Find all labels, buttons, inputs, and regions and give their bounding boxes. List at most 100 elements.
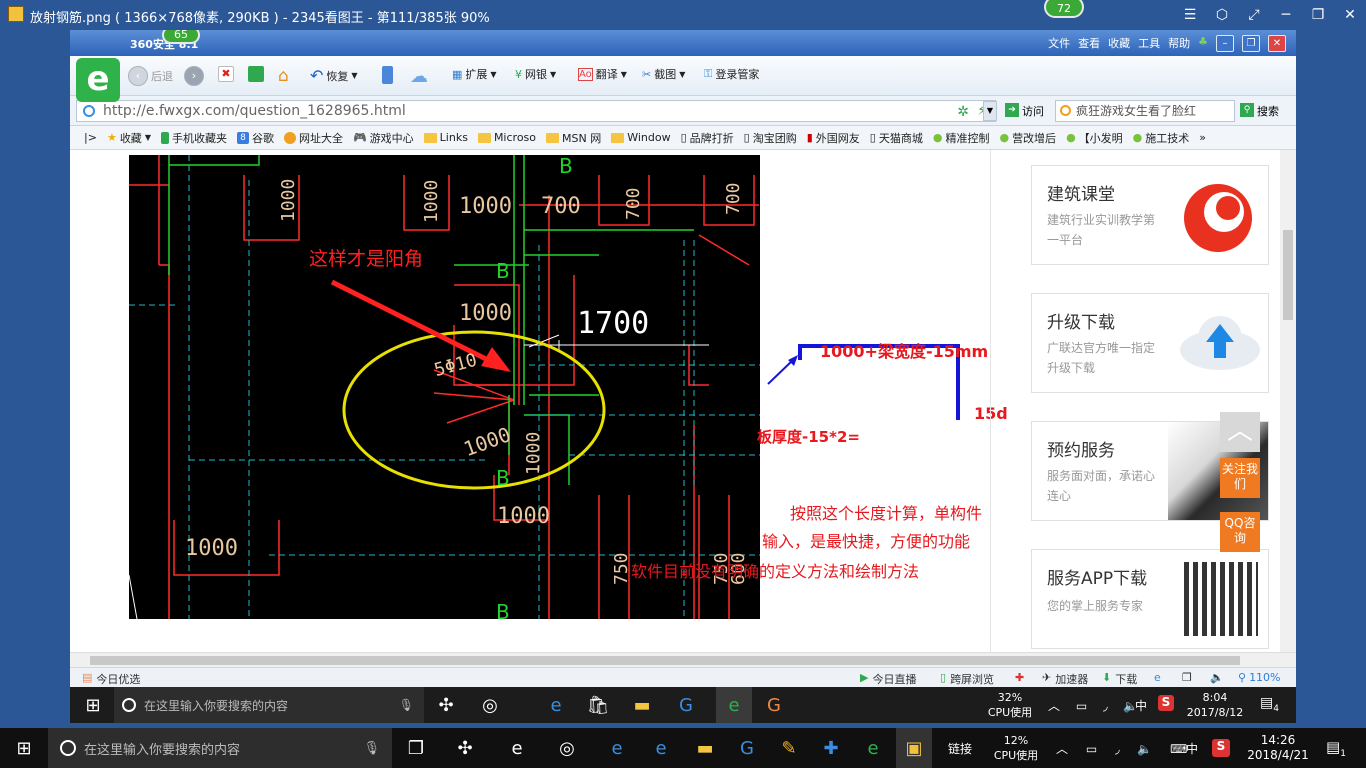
glodon2-icon[interactable]: G — [760, 687, 788, 723]
fullscreen-icon[interactable]: ⤢ — [1238, 0, 1270, 30]
translate-button[interactable]: Ao 翻译 ▼ — [578, 66, 627, 82]
volume-icon[interactable]: 🔈 — [1210, 671, 1224, 684]
window-icon[interactable]: ❐ — [1182, 671, 1192, 684]
image-viewer-task-icon[interactable]: ▣ — [896, 728, 932, 768]
browser-maximize[interactable]: ❐ — [1242, 35, 1260, 52]
store-icon[interactable]: 🛍 — [584, 687, 612, 723]
status-accelerator[interactable]: ✈ 加速器 — [1042, 671, 1088, 687]
fav-brand[interactable]: ▯ 品牌打折 — [681, 130, 734, 146]
fav-games[interactable]: 🎮 游戏中心 — [353, 130, 414, 146]
login-manager-button[interactable]: ⚿ 登录管家 — [704, 66, 759, 82]
edge-icon[interactable]: e — [542, 687, 570, 723]
back-to-top-button[interactable]: ︿ — [1220, 412, 1260, 452]
inner-tray-icons[interactable]: ︿ ▭ ◞ 🔈 — [1048, 697, 1144, 714]
task-view-icon[interactable]: ❐ — [402, 728, 430, 768]
fav-hao[interactable]: 网址大全 — [283, 130, 343, 146]
explorer-icon[interactable]: ▬ — [690, 728, 720, 768]
scroll-thumb[interactable] — [1283, 230, 1293, 320]
edge-icon[interactable]: e — [602, 728, 632, 768]
browser-360-task-icon[interactable]: e — [716, 687, 752, 723]
glodon-icon[interactable]: G — [732, 728, 762, 768]
qq-consult-button[interactable]: QQ咨询 — [1220, 512, 1260, 552]
cloud-button[interactable]: ☁ — [410, 66, 428, 87]
link-toolbar[interactable]: 链接 — [948, 740, 972, 757]
app-swirl-icon[interactable]: ◎ — [476, 687, 504, 723]
vertical-scrollbar[interactable] — [1280, 150, 1296, 678]
back-button[interactable]: ‹ 后退 — [128, 66, 173, 86]
swirl-icon[interactable]: ◎ — [552, 728, 582, 768]
windows-start-icon[interactable]: ⊞ — [78, 687, 108, 723]
phone-button[interactable] — [382, 66, 393, 84]
ime-indicator[interactable]: 中 — [1186, 740, 1198, 757]
inner-notification-icon[interactable]: ▤4 — [1260, 695, 1279, 714]
shield-icon[interactable]: ✚ — [1015, 671, 1024, 684]
status-live[interactable]: ▶ 今日直播 — [860, 671, 916, 687]
search-button[interactable]: ⚲ 搜索 — [1240, 103, 1279, 119]
skin-icon[interactable]: ⬡ — [1206, 0, 1238, 30]
url-dropdown[interactable]: ▼ — [983, 101, 997, 121]
inner-taskbar-search[interactable]: 在这里输入你要搜索的内容 🎙 — [114, 687, 424, 723]
url-input[interactable]: http://e.fwxgx.com/question_1628965.html… — [76, 100, 996, 122]
fav-mobile[interactable]: 手机收藏夹 — [160, 130, 227, 146]
close-button[interactable]: ✕ — [1334, 0, 1366, 30]
notification-icon[interactable]: ▤1 — [1326, 738, 1346, 759]
sogou-icon[interactable]: S — [1158, 695, 1174, 711]
h-scroll-thumb[interactable] — [90, 656, 1240, 665]
cpu-meter[interactable]: 12% CPU使用 — [988, 733, 1044, 763]
fav-links[interactable]: Links — [423, 131, 468, 144]
minimize-button[interactable]: ─ — [1270, 0, 1302, 30]
follow-us-button[interactable]: 关注我们 — [1220, 458, 1260, 498]
fav-google[interactable]: 8 谷歌 — [236, 130, 274, 146]
tshirt-icon[interactable]: ♣ — [1198, 35, 1208, 52]
expand-button[interactable]: ▦ 扩展 ▼ — [452, 66, 497, 82]
browser-minimize[interactable]: – — [1216, 35, 1234, 52]
more-favorites-icon[interactable]: » — [1199, 131, 1206, 144]
taskbar-search[interactable]: 在这里输入你要搜索的内容 🎙 — [48, 728, 392, 768]
maximize-button[interactable]: ❐ — [1302, 0, 1334, 30]
fav-favorites[interactable]: ★ 收藏 ▼ — [107, 130, 151, 146]
menu-view[interactable]: 查看 — [1078, 35, 1100, 52]
status-daily[interactable]: ▤ 今日优选 — [82, 671, 140, 687]
forward-button[interactable]: › — [184, 66, 204, 86]
sidebar-toggle-icon[interactable]: |> — [84, 131, 97, 144]
inner-ime[interactable]: 中 — [1135, 697, 1147, 714]
horizontal-scrollbar[interactable] — [70, 652, 1296, 668]
inner-clock[interactable]: 8:04 2017/8/12 — [1180, 690, 1250, 720]
browser-360-icon[interactable]: e — [858, 728, 888, 768]
fan-icon[interactable]: ✣ — [450, 728, 480, 768]
card-building-class[interactable]: 建筑课堂 建筑行业实训教学第一平台 — [1031, 165, 1269, 265]
browser-close[interactable]: ✕ — [1268, 35, 1286, 52]
search-input[interactable]: 疯狂游戏女生看了脸红 — [1055, 100, 1235, 122]
notes-icon[interactable]: ✎ — [774, 728, 804, 768]
sogou-icon[interactable]: S — [1212, 739, 1230, 757]
menu-favorites[interactable]: 收藏 — [1108, 35, 1130, 52]
fav-vat[interactable]: ● 营改增后 — [999, 130, 1056, 146]
inner-cpu-meter[interactable]: 32% CPU使用 — [982, 690, 1038, 720]
fav-windows[interactable]: Window — [611, 131, 671, 144]
visit-button[interactable]: ➔ 访问 — [1005, 103, 1044, 119]
explorer-icon[interactable]: ▬ — [628, 687, 656, 723]
edge-outline-icon[interactable]: e — [502, 728, 532, 768]
fav-construction[interactable]: ● 施工技术 — [1133, 130, 1190, 146]
plus-app-icon[interactable]: ✚ — [816, 728, 846, 768]
menu-tools[interactable]: 工具 — [1138, 35, 1160, 52]
fav-taobao[interactable]: ▯ 淘宝团购 — [744, 130, 797, 146]
fan-icon[interactable]: ✣ — [432, 687, 460, 723]
fav-microsoft[interactable]: Microso — [477, 131, 536, 144]
status-download[interactable]: ⬇ 下载 — [1102, 671, 1137, 687]
refresh-small-icon[interactable]: ✲ — [957, 102, 969, 122]
home-button[interactable]: ⌂ — [278, 66, 289, 86]
stop-button[interactable]: ✖ — [218, 66, 234, 82]
menu-help[interactable]: 帮助 — [1168, 35, 1190, 52]
menu-icon[interactable]: ☰ — [1174, 0, 1206, 30]
tray-icons[interactable]: ︿ ▭ ◞ 🔈 ⌨ — [1056, 740, 1195, 757]
clock[interactable]: 14:26 2018/4/21 — [1240, 733, 1316, 763]
refresh-button[interactable] — [248, 66, 264, 82]
ie-icon[interactable]: e — [646, 728, 676, 768]
fav-precise[interactable]: ● 精准控制 — [933, 130, 990, 146]
card-upgrade-download[interactable]: 升级下载 广联达官方唯一指定升级下载 — [1031, 293, 1269, 393]
card-app-download[interactable]: 服务APP下载 您的掌上服务专家 — [1031, 549, 1269, 649]
menu-file[interactable]: 文件 — [1048, 35, 1070, 52]
fav-foreign[interactable]: ▮ 外国网友 — [807, 130, 860, 146]
bank-button[interactable]: ¥ 网银 ▼ — [515, 66, 556, 82]
